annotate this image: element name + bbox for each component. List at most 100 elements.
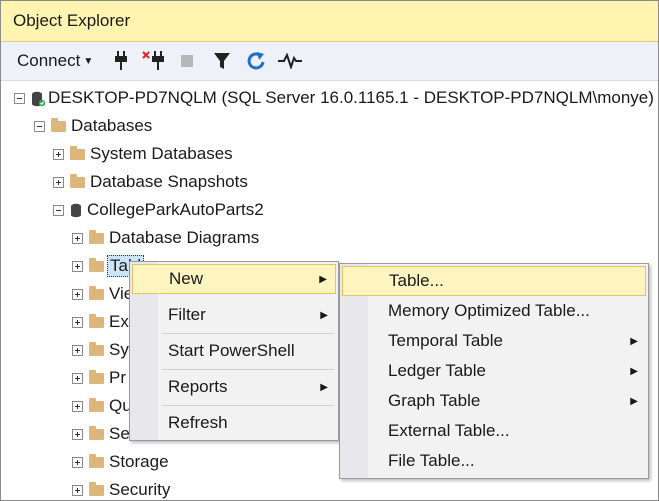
menu-item-filter[interactable]: Filter ▶ [132,300,336,330]
submenu-item-ledger-table[interactable]: Ledger Table ▶ [342,356,646,386]
stop-icon[interactable] [179,42,195,80]
folder-icon [89,369,104,384]
submenu-item-memory-optimized-table[interactable]: Memory Optimized Table... [342,296,646,326]
tree-node-synonyms[interactable]: Sy [72,336,129,364]
tree-label: Database Diagrams [109,228,260,247]
menu-separator [162,333,334,334]
tree-node-database[interactable]: CollegeParkAutoParts2 [53,196,264,224]
menu-separator [162,369,334,370]
expand-toggle[interactable] [72,344,83,356]
folder-icon [89,425,104,440]
collapse-toggle[interactable] [14,92,25,104]
tree-node-system-databases[interactable]: System Databases [53,140,233,168]
tree-label: Database Snapshots [90,172,248,191]
menu-item-label: Ledger Table [388,361,486,380]
folder-icon [70,173,85,188]
tree-node-service-broker[interactable]: Se [72,420,130,448]
tree-node-database-diagrams[interactable]: Database Diagrams [72,224,259,252]
folder-icon [89,397,104,412]
menu-item-refresh[interactable]: Refresh [132,408,336,438]
folder-icon [89,481,104,496]
menu-item-label: Reports [168,377,228,396]
expand-toggle[interactable] [72,456,83,468]
tree-node-security[interactable]: Security [72,476,171,500]
menu-item-label: Graph Table [388,391,481,410]
menu-item-label: File Table... [388,451,475,470]
menu-item-reports[interactable]: Reports ▶ [132,372,336,402]
refresh-icon[interactable] [245,42,267,80]
menu-item-label: Table... [389,271,444,290]
tree-label: Se [109,424,130,443]
tree-node-query-store[interactable]: Qu [72,392,132,420]
collapse-toggle[interactable] [34,120,45,132]
expand-toggle[interactable] [72,400,83,412]
menu-item-start-powershell[interactable]: Start PowerShell [132,336,336,366]
object-explorer-window: Object Explorer Connect ▼ DESKTOP-PD7NQL… [0,0,659,501]
folder-icon [89,341,104,356]
menu-item-label: External Table... [388,421,510,440]
tree-node-views[interactable]: Vie [72,280,133,308]
tree-label: Storage [109,452,169,471]
submenu-item-temporal-table[interactable]: Temporal Table ▶ [342,326,646,356]
menu-item-label: Start PowerShell [168,341,295,360]
filter-icon[interactable] [211,42,233,80]
expand-toggle[interactable] [72,288,83,300]
tree-node-programmability[interactable]: Pr [72,364,126,392]
tree-label: Pr [109,368,126,387]
submenu-arrow-icon: ▶ [319,273,327,285]
dropdown-caret-icon: ▼ [83,55,94,67]
tree-node-storage[interactable]: Storage [72,448,169,476]
window-title: Object Explorer [13,11,131,30]
expand-toggle[interactable] [72,484,83,496]
menu-item-new[interactable]: New ▶ [132,264,336,294]
folder-icon [89,285,104,300]
collapse-toggle[interactable] [53,204,64,216]
menu-item-label: Temporal Table [388,331,503,350]
tree-label: Security [109,480,171,499]
submenu-item-external-table[interactable]: External Table... [342,416,646,446]
submenu-arrow-icon: ▶ [630,335,638,347]
submenu-item-table[interactable]: Table... [342,266,646,296]
context-menu: New ▶ Filter ▶ Start PowerShell Reports … [129,261,339,441]
submenu-arrow-icon: ▶ [320,381,328,393]
menu-item-label: Filter [168,305,206,324]
tree-label: CollegeParkAutoParts2 [87,200,264,219]
database-icon [70,203,82,218]
folder-icon [89,257,104,272]
tree-label: DESKTOP-PD7NQLM (SQL Server 16.0.1165.1 … [48,88,654,107]
submenu-arrow-icon: ▶ [630,365,638,377]
menu-item-label: Refresh [168,413,228,432]
expand-toggle[interactable] [72,232,83,244]
tree-node-server[interactable]: DESKTOP-PD7NQLM (SQL Server 16.0.1165.1 … [14,84,654,112]
connect-label: Connect [17,51,81,70]
folder-icon [89,229,104,244]
tree-node-databases[interactable]: Databases [34,112,152,140]
connect-icon[interactable] [111,42,131,80]
toolbar: Connect ▼ [1,42,658,81]
tree-node-database-snapshots[interactable]: Database Snapshots [53,168,248,196]
expand-toggle[interactable] [72,260,83,272]
expand-toggle[interactable] [72,316,83,328]
submenu-arrow-icon: ▶ [320,309,328,321]
disconnect-icon[interactable] [141,42,167,80]
tree-label: Sy [109,340,129,359]
folder-icon [70,145,85,160]
submenu-item-file-table[interactable]: File Table... [342,446,646,476]
folder-icon [51,117,66,132]
menu-item-label: Memory Optimized Table... [388,301,590,320]
expand-toggle[interactable] [72,428,83,440]
submenu-item-graph-table[interactable]: Graph Table ▶ [342,386,646,416]
title-bar: Object Explorer [1,1,658,42]
expand-toggle[interactable] [53,148,64,160]
expand-toggle[interactable] [72,372,83,384]
tree-label: Databases [71,116,153,135]
new-submenu: Table... Memory Optimized Table... Tempo… [339,263,649,479]
expand-toggle[interactable] [53,176,64,188]
menu-separator [162,405,334,406]
tree-node-external-resources[interactable]: Ext [72,308,134,336]
connect-button[interactable]: Connect ▼ [17,42,93,80]
activity-monitor-icon[interactable] [277,42,303,80]
server-icon [31,91,46,107]
folder-icon [89,313,104,328]
tree-label: System Databases [90,144,233,163]
